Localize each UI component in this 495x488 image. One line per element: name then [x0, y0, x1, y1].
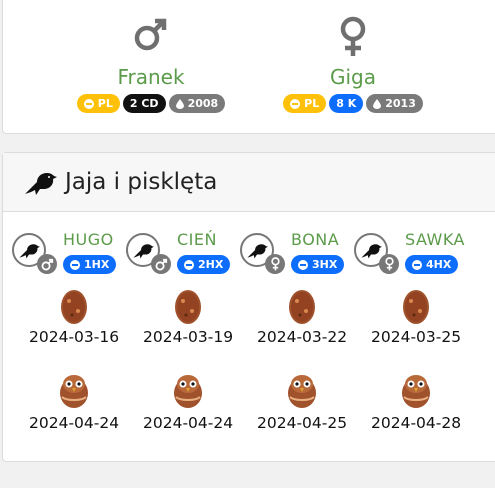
- parent-male[interactable]: Franek PL 2 CD 2008: [61, 0, 241, 113]
- parents-card: Franek PL 2 CD 2008 Giga PL 8 K 2013: [2, 0, 495, 134]
- coin-icon: [298, 259, 308, 270]
- coin-icon: [412, 259, 422, 270]
- chick-icon: [402, 375, 430, 408]
- ring-badge: 1HX: [63, 255, 117, 274]
- chick-name[interactable]: SAWKA: [405, 230, 465, 249]
- coin-icon: [70, 259, 80, 270]
- eggs-card-header: Jaja i pisklęta: [3, 153, 495, 212]
- coin-icon: [83, 98, 94, 109]
- coin-icon: [184, 259, 194, 270]
- mars-icon: [37, 254, 57, 274]
- chick-card[interactable]: SAWKA 4HX 2024-03-25 2024-04-28: [349, 228, 465, 488]
- chick-name[interactable]: HUGO: [63, 230, 114, 249]
- mars-icon: [151, 254, 171, 274]
- chick-name[interactable]: CIEŃ: [177, 230, 217, 249]
- chick-name[interactable]: BONA: [291, 230, 339, 249]
- venus-icon: [379, 254, 399, 274]
- section-title: Jaja i pisklęta: [65, 169, 218, 195]
- egg-icon: [289, 290, 315, 324]
- chick-icon: [60, 375, 88, 408]
- drop-icon: [373, 98, 382, 109]
- egg-date: 2024-03-19: [143, 328, 234, 346]
- chick-card[interactable]: CIEŃ 2HX 2024-03-19 2024-04-24: [121, 228, 235, 488]
- egg-icon: [403, 290, 429, 324]
- ring-badge: 4HX: [405, 255, 459, 274]
- chick-icon: [288, 375, 316, 408]
- hatch-date: 2024-04-24: [29, 414, 120, 432]
- parent-badges: PL 8 K 2013: [263, 94, 443, 113]
- ring-badge: 2 CD: [122, 94, 166, 113]
- coin-icon: [290, 98, 301, 109]
- year-badge: 2008: [168, 94, 226, 113]
- mars-icon: [61, 16, 241, 60]
- hatch-date: 2024-04-28: [371, 414, 462, 432]
- egg-date: 2024-03-16: [29, 328, 120, 346]
- venus-icon: [263, 16, 443, 60]
- egg-icon: [175, 290, 201, 324]
- parent-badges: PL 2 CD 2008: [61, 94, 241, 113]
- hatch-date: 2024-04-24: [143, 414, 234, 432]
- parent-name[interactable]: Franek: [61, 64, 241, 90]
- egg-icon: [61, 290, 87, 324]
- ring-badge: 2HX: [177, 255, 231, 274]
- parent-name[interactable]: Giga: [263, 64, 443, 90]
- ring-badge: 3HX: [291, 255, 345, 274]
- hatch-date: 2024-04-25: [257, 414, 348, 432]
- country-badge: PL: [283, 94, 327, 113]
- parent-female[interactable]: Giga PL 8 K 2013: [263, 0, 443, 113]
- crow-icon: [25, 173, 57, 195]
- egg-date: 2024-03-22: [257, 328, 348, 346]
- venus-icon: [265, 254, 285, 274]
- chick-card[interactable]: HUGO 1HX 2024-03-16 2024-04-24: [7, 228, 121, 488]
- country-badge: PL: [76, 94, 120, 113]
- year-badge: 2013: [366, 94, 423, 113]
- eggs-card: Jaja i pisklęta HUGO 1HX 2024-03-16 2024…: [2, 152, 495, 462]
- egg-date: 2024-03-25: [371, 328, 462, 346]
- chick-icon: [174, 375, 202, 408]
- drop-icon: [175, 98, 184, 109]
- ring-badge: 8 K: [329, 94, 364, 113]
- chick-card[interactable]: BONA 3HX 2024-03-22 2024-04-25: [235, 228, 349, 488]
